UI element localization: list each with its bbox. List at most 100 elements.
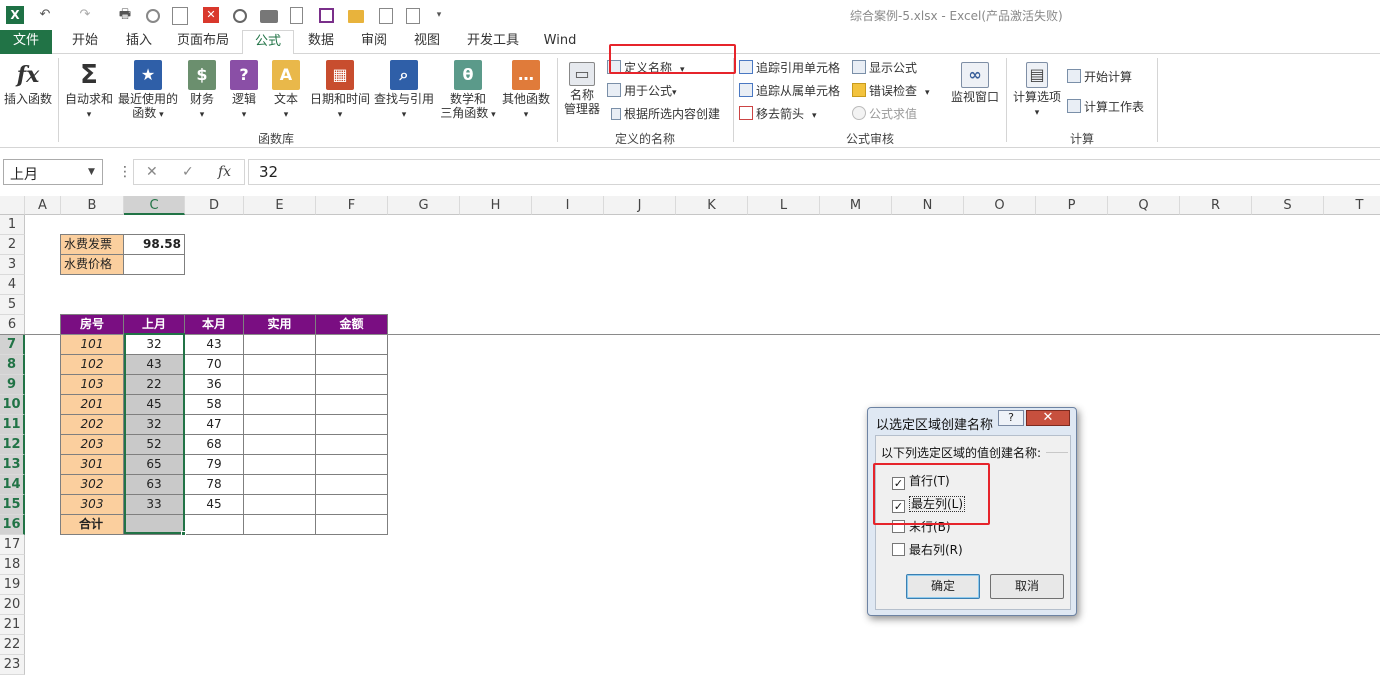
column-header-Q[interactable]: Q [1108,196,1180,215]
preview-icon[interactable] [379,8,393,24]
row-header-9[interactable]: 9 [0,375,25,395]
column-header-H[interactable]: H [460,196,532,215]
header-cell[interactable]: 上月 [123,314,185,335]
room-cell[interactable]: 203 [60,434,124,455]
room-cell[interactable]: 301 [60,454,124,475]
text-button[interactable]: A 文本 ▾ [268,60,304,122]
room-cell[interactable]: 201 [60,394,124,415]
cell-c3[interactable] [123,254,185,275]
row-header-22[interactable]: 22 [0,635,25,655]
total-this-month-cell[interactable] [184,514,244,535]
header-cell[interactable]: 本月 [184,314,244,335]
column-header-B[interactable]: B [61,196,124,215]
autosum-button[interactable]: Σ 自动求和 ▾ [64,60,114,122]
amount-cell[interactable] [315,434,388,455]
calc-sheet-button[interactable]: 计算工作表 [1067,98,1144,116]
fx-button[interactable]: fx [218,164,231,180]
amount-cell[interactable] [315,494,388,515]
undo-icon[interactable]: ↶ [34,5,56,25]
evaluate-formula-button[interactable]: 公式求值 [852,105,917,123]
usage-cell[interactable] [243,354,316,375]
row-header-21[interactable]: 21 [0,615,25,635]
print-preview-icon[interactable] [172,7,188,25]
usage-cell[interactable] [243,454,316,475]
help-button[interactable]: ? [998,410,1024,426]
usage-cell[interactable] [243,434,316,455]
remove-arrows-button[interactable]: 移去箭头 ▾ [739,105,817,125]
this-month-cell[interactable]: 79 [184,454,244,475]
column-header-O[interactable]: O [964,196,1036,215]
name-box-dropdown-icon[interactable]: ▼ [88,167,95,177]
ok-button[interactable]: 确定 [906,574,980,599]
room-cell[interactable]: 302 [60,474,124,495]
create-from-selection-button[interactable]: 根据所选内容创建 [611,105,720,123]
print-icon[interactable]: 🖶 [114,5,136,25]
enter-icon[interactable]: ✓ [182,164,194,180]
header-cell[interactable]: 房号 [60,314,124,335]
format-icon[interactable] [406,8,420,24]
column-header-D[interactable]: D [185,196,244,215]
recently-used-button[interactable]: ★ 最近使用的 函数 ▾ [116,60,180,122]
header-cell[interactable]: 金额 [315,314,388,335]
trace-precedents-button[interactable]: 追踪引用单元格 [739,59,840,77]
calc-options-button[interactable]: ▤ 计算选项 ▾ [1010,62,1064,120]
column-header-I[interactable]: I [532,196,604,215]
this-month-cell[interactable]: 58 [184,394,244,415]
show-formulas-button[interactable]: 显示公式 [852,59,917,77]
row-header-5[interactable]: 5 [0,295,25,315]
tab-review[interactable]: 审阅 [355,30,393,54]
calc-now-button[interactable]: 开始计算 [1067,68,1132,86]
row-header-15[interactable]: 15 [0,495,25,515]
tab-wind[interactable]: Wind [540,30,580,54]
amount-cell[interactable] [315,354,388,375]
row-header-11[interactable]: 11 [0,415,25,435]
usage-cell[interactable] [243,394,316,415]
row-header-6[interactable]: 6 [0,315,25,335]
row-header-4[interactable]: 4 [0,275,25,295]
financial-button[interactable]: $ 财务 ▾ [184,60,220,122]
this-month-cell[interactable]: 47 [184,414,244,435]
delete-icon[interactable]: ✕ [203,7,219,23]
amount-cell[interactable] [315,474,388,495]
column-header-P[interactable]: P [1036,196,1108,215]
camera-icon[interactable] [260,10,278,23]
more-functions-button[interactable]: … 其他函数 ▾ [500,60,552,122]
more-dots-icon[interactable]: ⋮ [118,164,132,180]
redo-icon[interactable]: ↷ [74,5,96,25]
this-month-cell[interactable]: 43 [184,334,244,355]
amount-cell[interactable] [315,394,388,415]
usage-cell[interactable] [243,494,316,515]
usage-cell[interactable] [243,474,316,495]
formula-input[interactable]: 32 [248,159,1380,185]
datetime-button[interactable]: ▦ 日期和时间 ▾ [308,60,372,122]
tab-formulas[interactable]: 公式 [242,30,294,55]
amount-cell[interactable] [315,374,388,395]
this-month-cell[interactable]: 70 [184,354,244,375]
lookup-button[interactable]: ⌕ 查找与引用 ▾ [372,60,436,122]
row-header-13[interactable]: 13 [0,455,25,475]
checkbox-right-column[interactable]: 最右列(R) [892,541,963,558]
math-trig-button[interactable]: θ 数学和 三角函数 ▾ [436,60,500,122]
room-cell[interactable]: 303 [60,494,124,515]
row-header-8[interactable]: 8 [0,355,25,375]
row-header-14[interactable]: 14 [0,475,25,495]
row-header-19[interactable]: 19 [0,575,25,595]
tab-insert[interactable]: 插入 [120,30,158,54]
tab-page-layout[interactable]: 页面布局 [172,30,234,54]
tab-file[interactable]: 文件 [0,30,52,54]
checkbox-right-column-box[interactable] [892,543,905,556]
row-header-10[interactable]: 10 [0,395,25,415]
column-header-A[interactable]: A [25,196,61,215]
this-month-cell[interactable]: 36 [184,374,244,395]
cell-c2[interactable]: 98.58 [123,234,185,255]
room-cell[interactable]: 102 [60,354,124,375]
trace-dependents-button[interactable]: 追踪从属单元格 [739,82,840,100]
cell-b3[interactable]: 水费价格 [60,254,124,275]
column-header-N[interactable]: N [892,196,964,215]
customize-dropdown-icon[interactable]: ▾ [434,5,444,25]
row-header-2[interactable]: 2 [0,235,25,255]
open-folder-icon[interactable] [348,10,364,23]
worksheet-grid[interactable]: ABCDEFGHIJKLMNOPQRST 1 2 3 4 5 6 7 8 9 10 11 12 13 14… [0,196,1380,681]
column-header-K[interactable]: K [676,196,748,215]
insert-function-button[interactable]: fx 插入函数 [2,60,54,106]
